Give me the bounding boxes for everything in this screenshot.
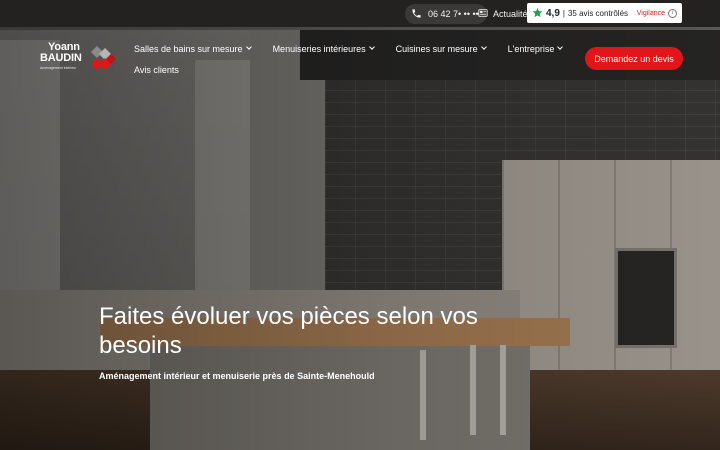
nav-item-label: L'entreprise bbox=[507, 43, 555, 54]
chevron-down-icon bbox=[368, 44, 375, 50]
nav-item-label: Salles de bains sur mesure bbox=[134, 43, 243, 54]
top-bar: 06 42 7• •• •• Actualités 4,9 | 35 avis … bbox=[0, 0, 720, 27]
nav-item-avis-clients[interactable]: Avis clients bbox=[134, 65, 179, 75]
newspaper-icon bbox=[478, 8, 488, 20]
main-nav: Salles de bains sur mesure Menuiseries i… bbox=[134, 42, 564, 76]
vigilance-label: Vigilance bbox=[636, 9, 665, 17]
news-link[interactable]: Actualités bbox=[478, 4, 532, 24]
rating-separator: | bbox=[562, 8, 565, 18]
quote-request-button[interactable]: Demandez un devis bbox=[585, 47, 683, 70]
chevron-down-icon bbox=[245, 44, 252, 50]
chevron-down-icon bbox=[480, 44, 487, 50]
phone-icon bbox=[411, 8, 422, 21]
rating-reviews: 35 avis contrôlés bbox=[567, 8, 629, 18]
nav-item-entreprise[interactable]: L'entreprise bbox=[507, 43, 564, 54]
nav-item-salles-de-bains[interactable]: Salles de bains sur mesure bbox=[134, 43, 252, 54]
chevron-down-icon bbox=[557, 44, 564, 50]
nav-item-label: Cuisines sur mesure bbox=[395, 43, 478, 54]
star-icon bbox=[532, 7, 543, 20]
phone-number: 06 42 7• •• •• bbox=[428, 9, 479, 19]
nav-item-menuiseries[interactable]: Menuiseries intérieures bbox=[272, 43, 375, 54]
rating-widget[interactable]: 4,9 | 35 avis contrôlés Vigilance i bbox=[527, 3, 682, 23]
nav-row: Avis clients bbox=[134, 63, 564, 76]
nav-row: Salles de bains sur mesure Menuiseries i… bbox=[134, 42, 564, 55]
nav-item-label: Avis clients bbox=[134, 64, 179, 75]
logo-diamonds-icon bbox=[87, 44, 117, 79]
vigilance-link[interactable]: Vigilance i bbox=[636, 8, 677, 18]
phone-link[interactable]: 06 42 7• •• •• bbox=[405, 4, 487, 24]
hero-title: Faites évoluer vos pièces selon vos beso… bbox=[99, 303, 478, 359]
rating-score: 4,9 bbox=[546, 7, 560, 19]
nav-item-label: Menuiseries intérieures bbox=[272, 43, 366, 54]
hero-subtitle: Aménagement intérieur et menuiserie près… bbox=[99, 371, 375, 381]
nav-item-cuisines[interactable]: Cuisines sur mesure bbox=[395, 43, 487, 54]
info-icon: i bbox=[668, 8, 677, 18]
site-logo[interactable]: Yoann BAUDIN Aménagement intérieur bbox=[40, 42, 120, 78]
